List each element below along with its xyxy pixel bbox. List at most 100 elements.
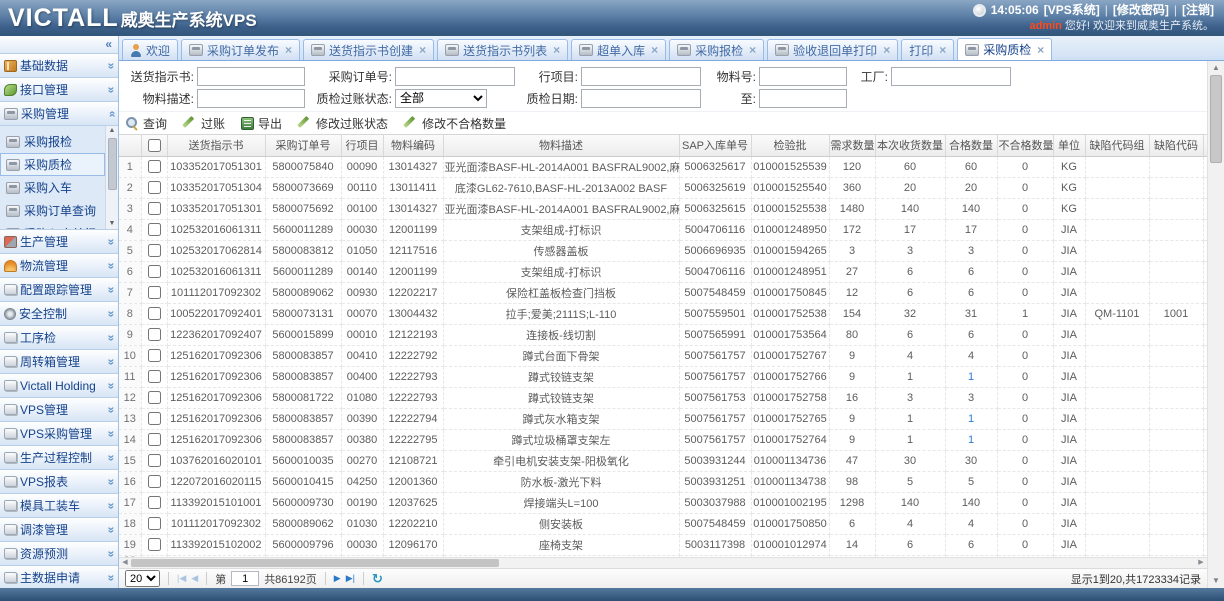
scroll-down-icon[interactable]: ▼ [1212,574,1220,588]
row-checkbox[interactable] [148,538,161,551]
select-all-checkbox[interactable] [148,139,161,152]
过账-button[interactable]: 过账 [183,115,225,132]
tab-送货指示书创建[interactable]: 送货指示书创建× [303,39,434,60]
sidebar-group-Victall Holding[interactable]: Victall Holding» [0,374,118,398]
vertical-scroll-thumb[interactable] [1210,75,1222,163]
row-checkbox[interactable] [148,349,161,362]
sidebar-group-生产过程控制[interactable]: 生产过程控制» [0,446,118,470]
page-size-select[interactable]: 20 [125,570,160,587]
horizontal-scrollbar[interactable]: ◀ ▶ [119,557,1207,568]
material-desc-input[interactable] [197,89,305,108]
line-item-input[interactable] [581,67,701,86]
sidebar-group-配置跟踪管理[interactable]: 配置跟踪管理» [0,278,118,302]
submenu-scroll-thumb[interactable] [108,138,117,190]
sidebar-group-接口管理[interactable]: 接口管理» [0,78,118,102]
next-page-button[interactable]: ▶ [334,573,341,584]
sidebar-item-采购入车[interactable]: 采购入车 [0,176,105,199]
qc-date-from-input[interactable] [581,89,701,108]
scroll-up-icon[interactable]: ▲ [1212,61,1220,75]
查询-button[interactable]: 查询 [125,115,167,132]
row-checkbox[interactable] [148,475,161,488]
column-header-received[interactable]: 本次收货数量 [875,135,945,156]
tab-close-icon[interactable]: × [419,43,426,57]
sidebar-group-生产管理[interactable]: 生产管理» [0,230,118,254]
scroll-up-icon[interactable]: ▲ [109,126,116,136]
column-header-demand[interactable]: 需求数量 [829,135,875,156]
修改不合格数量-button[interactable]: 修改不合格数量 [404,115,506,132]
tab-close-icon[interactable]: × [285,43,292,57]
sidebar-item-采购报检[interactable]: 采购报检 [0,130,105,153]
column-header-line[interactable]: 行项目 [341,135,383,156]
sidebar-collapse-button[interactable]: « [0,36,118,54]
column-header-qualified[interactable]: 合格数量 [945,135,997,156]
tab-close-icon[interactable]: × [749,43,756,57]
column-header-defect_code[interactable]: 缺陷代码 [1149,135,1203,156]
sidebar-group-主数据申请[interactable]: 主数据申请» [0,566,118,588]
scroll-down-icon[interactable]: ▼ [109,219,116,229]
修改过账状态-button[interactable]: 修改过账状态 [298,115,388,132]
change-password-link[interactable]: [修改密码] [1113,2,1169,18]
sidebar-item-采购质检[interactable]: 采购质检 [0,153,105,176]
first-page-button[interactable]: |◀ [177,573,186,584]
sidebar-group-工序检[interactable]: 工序检» [0,326,118,350]
row-checkbox[interactable] [148,202,161,215]
tab-close-icon[interactable]: × [651,43,658,57]
horizontal-scroll-thumb[interactable] [131,559,499,567]
sidebar-group-VPS报表[interactable]: VPS报表» [0,470,118,494]
logout-link[interactable]: [注销] [1182,2,1214,18]
page-number-input[interactable] [231,571,259,586]
sidebar-group-VPS采购管理[interactable]: VPS采购管理» [0,422,118,446]
scroll-left-icon[interactable]: ◀ [119,558,131,568]
column-header-desc[interactable]: 物料描述 [443,135,679,156]
sidebar-item-采购订单查询[interactable]: 采购订单查询 [0,199,105,222]
sidebar-group-物流管理[interactable]: 物流管理» [0,254,118,278]
sidebar-group-资源预测[interactable]: 资源预测» [0,542,118,566]
row-checkbox[interactable] [148,307,161,320]
qc-date-to-input[interactable] [759,89,847,108]
column-header-material[interactable]: 物料编码 [383,135,443,156]
refresh-icon[interactable]: ↻ [372,572,383,585]
sidebar-group-采购管理[interactable]: 采购管理» [0,102,118,126]
sidebar-group-VPS管理[interactable]: VPS管理» [0,398,118,422]
tab-打印[interactable]: 打印× [901,39,954,60]
tab-验收退回单打印[interactable]: 验收退回单打印× [767,39,898,60]
tab-close-icon[interactable]: × [883,43,890,57]
tab-欢迎[interactable]: 欢迎 [122,39,178,60]
tab-超单入库[interactable]: 超单入库× [571,39,666,60]
sidebar-group-模具工装车[interactable]: 模具工装车» [0,494,118,518]
column-header-defect_group[interactable]: 缺陷代码组 [1085,135,1149,156]
delivery-note-input[interactable] [197,67,305,86]
sidebar-group-基础数据[interactable]: 基础数据» [0,54,118,78]
导出-button[interactable]: 导出 [241,115,282,132]
vps-system-link[interactable]: [VPS系统] [1044,2,1100,18]
row-checkbox[interactable] [148,265,161,278]
row-checkbox[interactable] [148,286,161,299]
column-header-sap[interactable]: SAP入库单号 [679,135,751,156]
row-checkbox[interactable] [148,181,161,194]
tab-close-icon[interactable]: × [553,43,560,57]
row-checkbox[interactable] [148,160,161,173]
tab-采购订单发布[interactable]: 采购订单发布× [181,39,300,60]
sidebar-group-周转箱管理[interactable]: 周转箱管理» [0,350,118,374]
scroll-right-icon[interactable]: ▶ [1195,558,1207,568]
po-number-input[interactable] [395,67,515,86]
row-checkbox[interactable] [148,244,161,257]
row-checkbox[interactable] [148,433,161,446]
column-header-check[interactable] [141,135,167,156]
row-checkbox[interactable] [148,370,161,383]
row-checkbox[interactable] [148,517,161,530]
plant-input[interactable] [891,67,1011,86]
sidebar-group-安全控制[interactable]: 安全控制» [0,302,118,326]
prev-page-button[interactable]: ◀ [191,573,198,584]
row-checkbox[interactable] [148,328,161,341]
tab-采购报检[interactable]: 采购报检× [669,39,764,60]
column-header-delivery[interactable]: 送货指示书 [167,135,265,156]
row-checkbox[interactable] [148,391,161,404]
tab-close-icon[interactable]: × [1037,43,1044,57]
vertical-scrollbar[interactable]: ▲ ▼ [1207,61,1224,588]
sidebar-item-采购入库单行[interactable]: 采购入库单行 [0,222,105,229]
column-header-unit[interactable]: 单位 [1053,135,1085,156]
column-header-unqualified[interactable]: 不合格数量 [997,135,1053,156]
tab-采购质检[interactable]: 采购质检× [957,38,1052,61]
row-checkbox[interactable] [148,223,161,236]
